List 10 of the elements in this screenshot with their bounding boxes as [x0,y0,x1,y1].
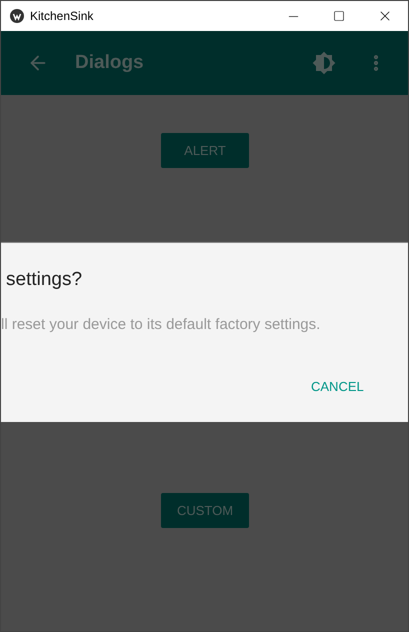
dialog-button[interactable]: CUSTOM [161,493,249,528]
brightness-icon[interactable] [312,51,336,75]
window-title: KitchenSink [30,9,94,23]
cancel-button[interactable]: CANCEL [301,375,374,398]
dialog-title: settings? [6,269,82,291]
app-bar-title: Dialogs [75,52,145,74]
dialog-message: ll reset your device to its default factory settings. [1,316,320,333]
maximize-icon[interactable] [333,10,345,22]
dialog-button[interactable]: ALERT [161,133,249,168]
app-logo-icon [10,9,24,23]
